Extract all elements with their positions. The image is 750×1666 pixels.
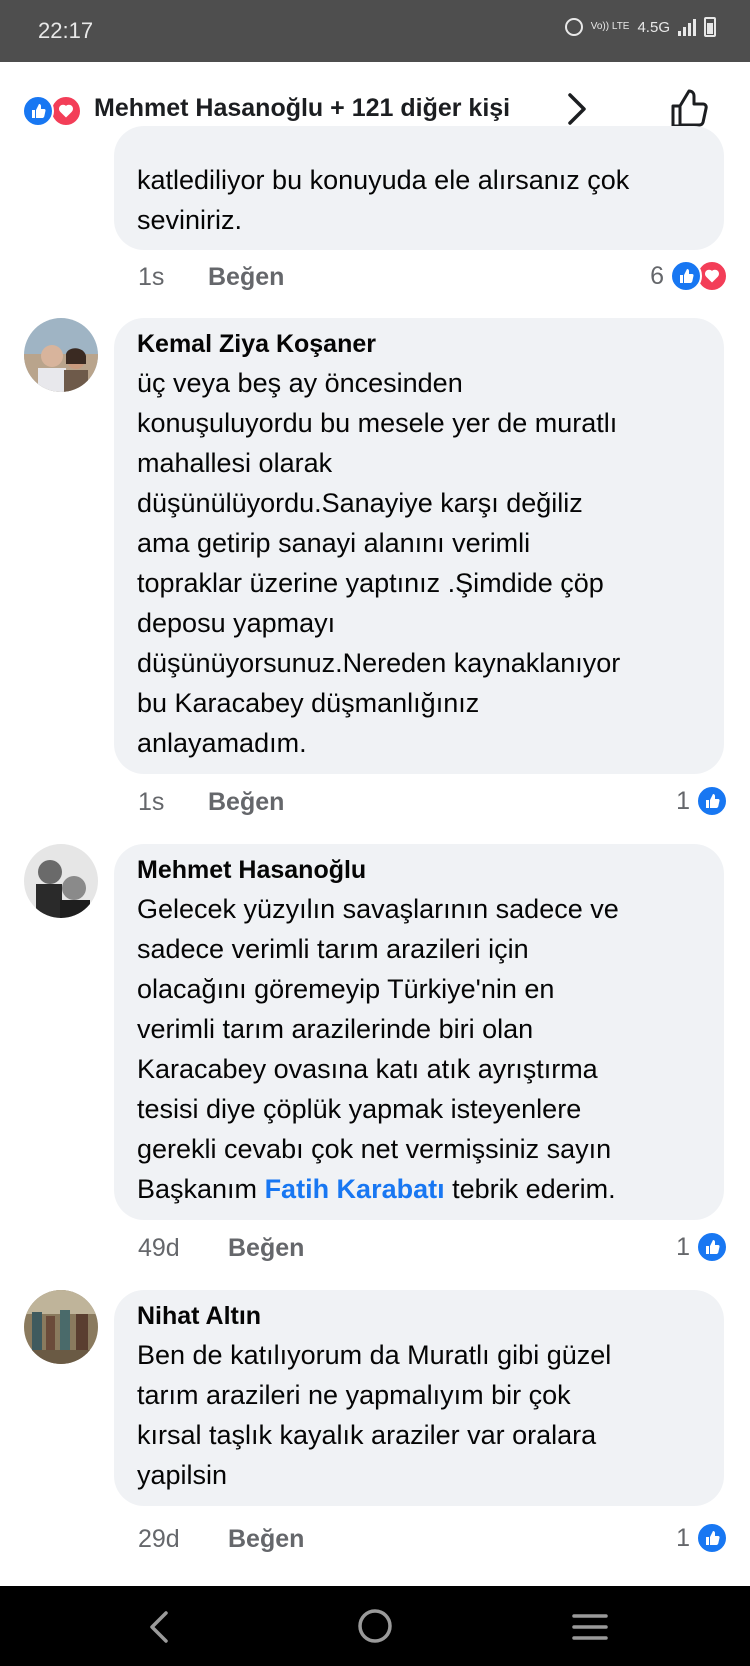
navigation-bar: [0, 1586, 750, 1666]
avatar[interactable]: [24, 844, 98, 918]
like-icon: [670, 260, 702, 292]
like-comment-button[interactable]: Beğen: [228, 1525, 304, 1554]
volte-indicator: Vo)) LTE: [590, 21, 630, 32]
comment-text: Gelecek yüzyılın savaşlarının sadece ve …: [137, 889, 702, 1209]
status-time: 22:17: [38, 18, 94, 43]
like-comment-button[interactable]: Beğen: [208, 788, 284, 817]
like-icon: [696, 785, 728, 817]
like-icon: [22, 95, 54, 127]
comment-meta: 1s Beğen: [138, 788, 284, 817]
reaction-badges: [22, 95, 84, 127]
comment-text-tail: tebrik ederim.: [444, 1174, 616, 1204]
comment-time[interactable]: 29d: [138, 1525, 180, 1554]
comment-time[interactable]: 1s: [138, 263, 164, 292]
comment-time[interactable]: 1s: [138, 788, 164, 817]
comment-author[interactable]: Kemal Ziya Koşaner: [137, 330, 702, 359]
alarm-icon: [564, 18, 583, 36]
status-bar: 22:17 Vo)) LTE 4.5G: [0, 0, 750, 62]
recents-icon[interactable]: [572, 1612, 608, 1647]
comment-time[interactable]: 49d: [138, 1234, 180, 1263]
comment-author[interactable]: Nihat Altın: [137, 1302, 702, 1331]
reaction-count[interactable]: 1: [676, 1522, 728, 1554]
back-icon[interactable]: [148, 1610, 170, 1649]
love-icon: [50, 95, 82, 127]
avatar[interactable]: [24, 318, 98, 392]
avatar[interactable]: [24, 1290, 98, 1364]
reaction-count-value: 1: [676, 1523, 690, 1552]
comment-meta: 29d Beğen: [138, 1525, 304, 1554]
status-icons: Vo)) LTE 4.5G: [564, 17, 716, 37]
comment-text: Ben de katılıyorum da Muratlı gibi güzel…: [137, 1340, 612, 1490]
reaction-count[interactable]: 6: [650, 260, 728, 292]
comment-text: katlediliyor bu konuyuda ele alırsanız ç…: [137, 165, 630, 235]
like-comment-button[interactable]: Beğen: [228, 1234, 304, 1263]
comment-meta: 49d Beğen: [138, 1234, 304, 1263]
comment-author[interactable]: Mehmet Hasanoğlu: [137, 856, 702, 885]
comment-meta: 1s Beğen: [138, 263, 284, 292]
like-comment-button[interactable]: Beğen: [208, 263, 284, 292]
home-icon[interactable]: [357, 1608, 393, 1649]
reaction-count[interactable]: 1: [676, 1231, 728, 1263]
mention-link[interactable]: Fatih Karabatı: [265, 1174, 445, 1204]
comment-bubble: Kemal Ziya Koşaner üç veya beş ay öncesi…: [114, 318, 724, 774]
reaction-count[interactable]: 1: [676, 785, 728, 817]
like-icon: [696, 1522, 728, 1554]
comment-bubble: Mehmet Hasanoğlu Gelecek yüzyılın savaşl…: [114, 844, 724, 1220]
reaction-count-value: 1: [676, 1232, 690, 1261]
comment-text: üç veya beş ay öncesinden konuşuluyordu …: [137, 368, 621, 758]
reaction-count-value: 6: [650, 261, 664, 290]
signal-icon: [678, 18, 696, 36]
comment-bubble: Nihat Altın Ben de katılıyorum da Muratl…: [114, 1290, 724, 1506]
like-icon: [696, 1231, 728, 1263]
network-type: 4.5G: [637, 18, 670, 36]
battery-icon: [704, 17, 716, 37]
reaction-count-value: 1: [676, 786, 690, 815]
comment-text-body: Gelecek yüzyılın savaşlarının sadece ve …: [137, 894, 619, 1204]
